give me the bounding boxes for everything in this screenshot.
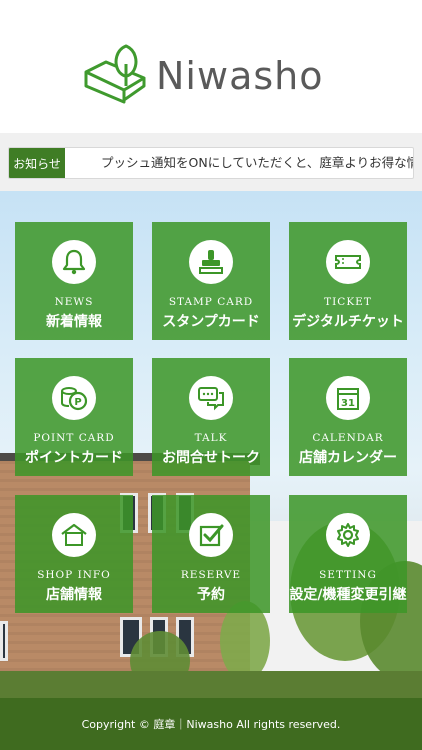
stamp-icon xyxy=(189,240,233,284)
tile-en-label: SHOP INFO xyxy=(37,569,111,581)
tile-jp-label: 新着情報 xyxy=(46,314,102,330)
tile-en-label: NEWS xyxy=(54,296,94,308)
gear-icon xyxy=(326,513,370,557)
tile-en-label: RESERVE xyxy=(180,569,242,581)
tile-en-label: POINT CARD xyxy=(33,432,115,444)
news-button[interactable]: NEWS 新着情報 xyxy=(15,222,133,340)
calendar-day-number: 31 xyxy=(341,398,355,409)
ticket-icon xyxy=(326,240,370,284)
setting-button[interactable]: SETTING 設定/機種変更引継 xyxy=(289,495,407,613)
tile-jp-label: 予約 xyxy=(197,587,225,603)
calendar-button[interactable]: 31 CALENDAR 店舗カレンダー xyxy=(289,358,407,476)
tile-jp-label: 店舗カレンダー xyxy=(299,450,397,466)
notice-badge: お知らせ xyxy=(9,148,65,178)
shop-info-button[interactable]: SHOP INFO 店舗情報 xyxy=(15,495,133,613)
tile-jp-label: デジタルチケット xyxy=(292,314,404,330)
bell-icon xyxy=(52,240,96,284)
svg-text:P: P xyxy=(74,397,81,408)
news-ticker[interactable]: お知らせ プッシュ通知をONにしていただくと、庭章よりお得な情報をお知らせ xyxy=(8,147,414,179)
brand-name: Niwasho xyxy=(156,54,324,98)
ticket-button[interactable]: TICKET デジタルチケット xyxy=(289,222,407,340)
brand-logo: Niwasho xyxy=(82,42,323,104)
tile-jp-label: 設定/機種変更引継 xyxy=(289,587,407,603)
point-card-button[interactable]: P POINT CARD ポイントカード xyxy=(15,358,133,476)
tile-jp-label: 店舗情報 xyxy=(46,587,102,603)
chat-icon xyxy=(189,376,233,420)
stamp-card-button[interactable]: STAMP CARD スタンプカード xyxy=(152,222,270,340)
garden-ground xyxy=(0,671,422,698)
tile-en-label: STAMP CARD xyxy=(168,296,254,308)
leaf-logo-icon xyxy=(84,44,146,104)
news-ticker-bar: お知らせ プッシュ通知をONにしていただくと、庭章よりお得な情報をお知らせ xyxy=(0,133,422,191)
house-window xyxy=(0,621,8,661)
tile-jp-label: ポイントカード xyxy=(25,450,123,466)
calendar-icon: 31 xyxy=(326,376,370,420)
tile-en-label: SETTING xyxy=(319,569,377,581)
tile-en-label: TALK xyxy=(194,432,228,444)
ticker-message: プッシュ通知をONにしていただくと、庭章よりお得な情報をお知らせ xyxy=(101,155,413,170)
shop-icon xyxy=(52,513,96,557)
garden-tree xyxy=(220,601,270,681)
tile-en-label: CALENDAR xyxy=(312,432,384,444)
copyright-text: Copyright © 庭章｜Niwasho All rights reserv… xyxy=(81,718,341,731)
reserve-button[interactable]: RESERVE 予約 xyxy=(152,495,270,613)
talk-button[interactable]: TALK お問合せトーク xyxy=(152,358,270,476)
tile-en-label: TICKET xyxy=(324,296,372,308)
app-footer: Copyright © 庭章｜Niwasho All rights reserv… xyxy=(0,698,422,750)
tile-jp-label: スタンプカード xyxy=(162,314,260,330)
tile-jp-label: お問合せトーク xyxy=(162,450,260,466)
app-header: Niwasho xyxy=(0,0,422,133)
checkbox-icon xyxy=(189,513,233,557)
coins-icon: P xyxy=(52,376,96,420)
